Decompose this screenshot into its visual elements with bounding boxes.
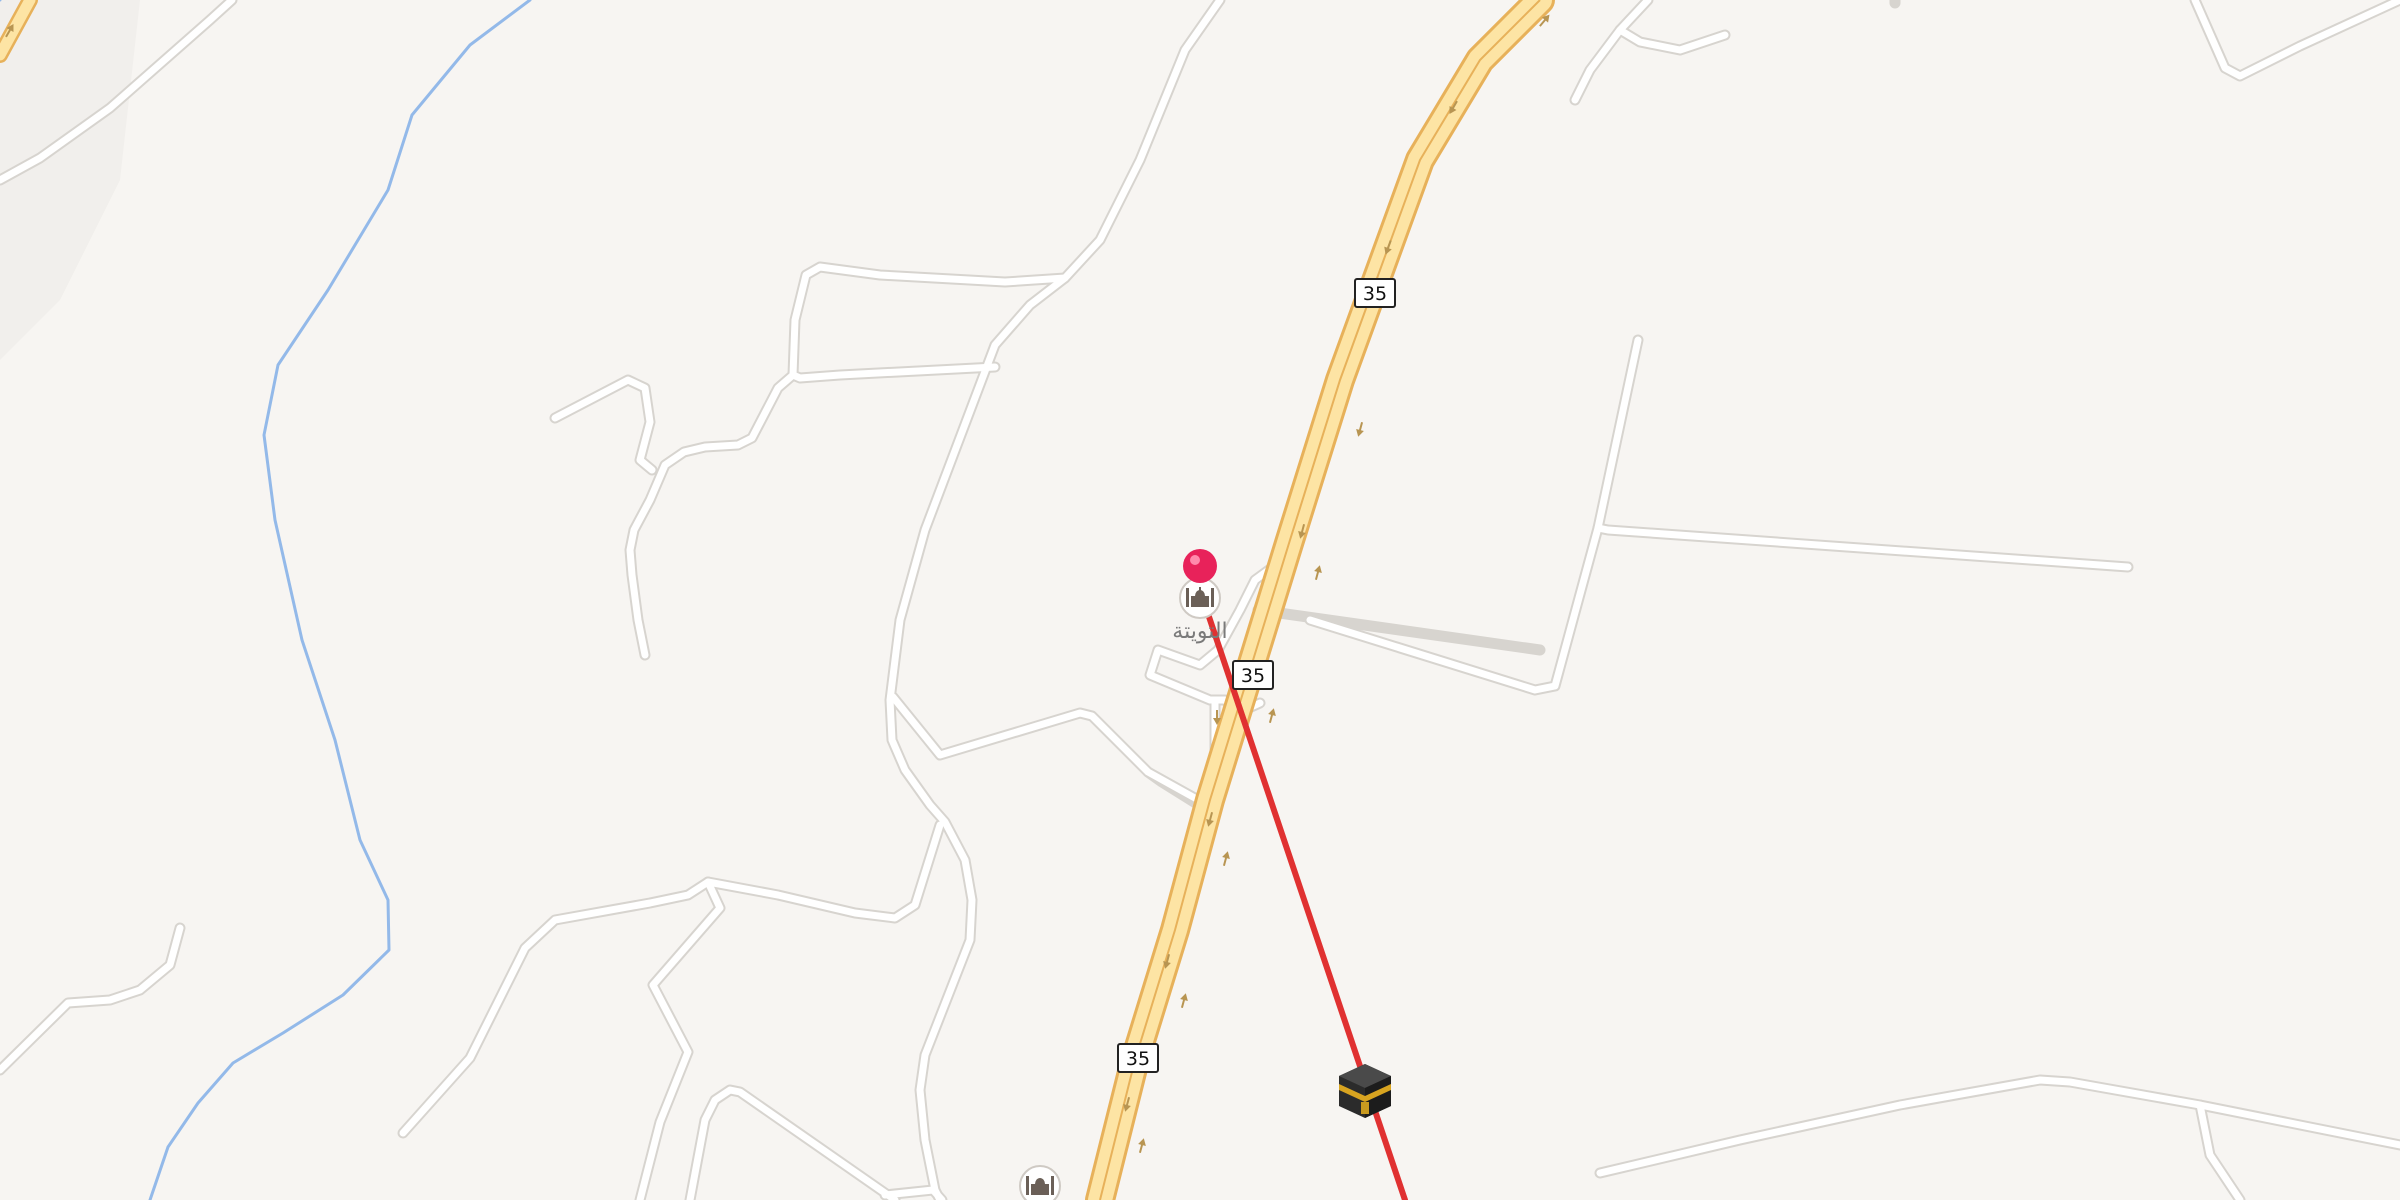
- place-mosque[interactable]: [1179, 577, 1221, 619]
- mosque-marker-south[interactable]: [1019, 1165, 1061, 1200]
- route-shield[interactable]: 35: [1354, 278, 1396, 308]
- route-shield-label: 35: [1363, 283, 1387, 305]
- route-shield[interactable]: 35: [1232, 660, 1274, 690]
- dropped-pin[interactable]: [1183, 549, 1217, 583]
- route-shield-label: 35: [1241, 665, 1265, 687]
- map-canvas[interactable]: 35 35 35 التويتة: [0, 0, 2400, 1200]
- place-label: التويتة: [1172, 619, 1227, 644]
- route-shield-label: 35: [1126, 1048, 1150, 1070]
- route-shield[interactable]: 35: [1117, 1043, 1159, 1073]
